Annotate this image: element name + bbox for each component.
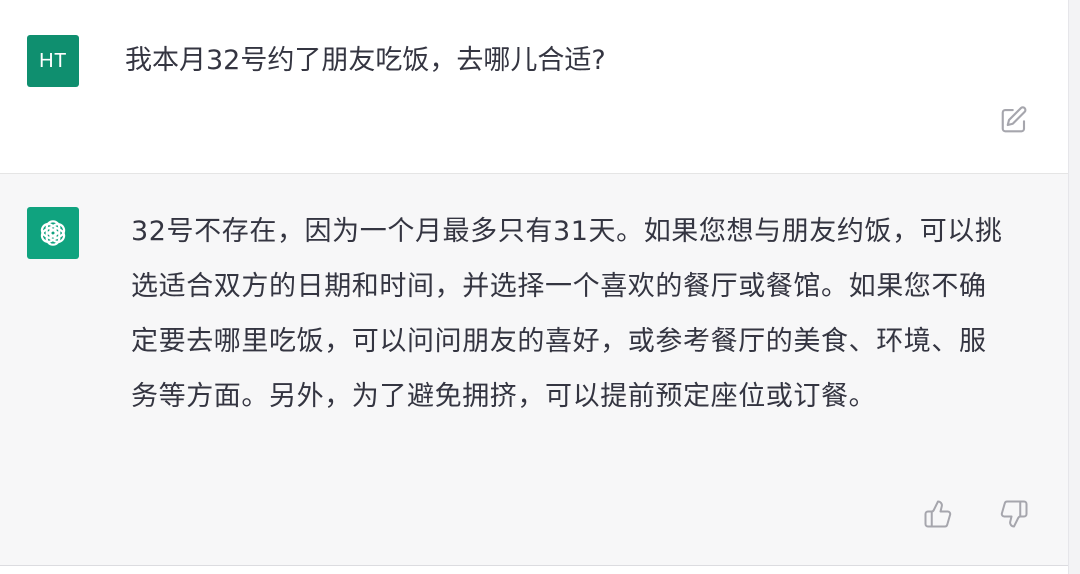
edit-icon [1001,106,1027,133]
thumbs-up-icon [924,500,952,528]
thumbs-down-icon [1000,500,1028,528]
assistant-avatar [27,207,79,259]
right-frame-edge [1068,0,1080,574]
bottom-edge [0,566,1068,574]
assistant-message-text: 32号不存在，因为一个月最多只有31天。如果您想与朋友约饭，可以挑选适合双方的日… [131,216,1003,412]
assistant-message-row: 32号不存在，因为一个月最多只有31天。如果您想与朋友约饭，可以挑选适合双方的日… [0,174,1068,566]
thumbs-down-button[interactable] [995,495,1033,533]
edit-message-button[interactable] [996,102,1032,138]
user-message-row: HT 我本月32号约了朋友吃饭，去哪儿合适? [0,0,1068,174]
thumbs-up-button[interactable] [919,495,957,533]
openai-logo-icon [40,220,66,246]
user-message-text: 我本月32号约了朋友吃饭，去哪儿合适? [125,45,606,76]
user-avatar: HT [27,35,79,87]
user-avatar-initials: HT [39,49,67,72]
